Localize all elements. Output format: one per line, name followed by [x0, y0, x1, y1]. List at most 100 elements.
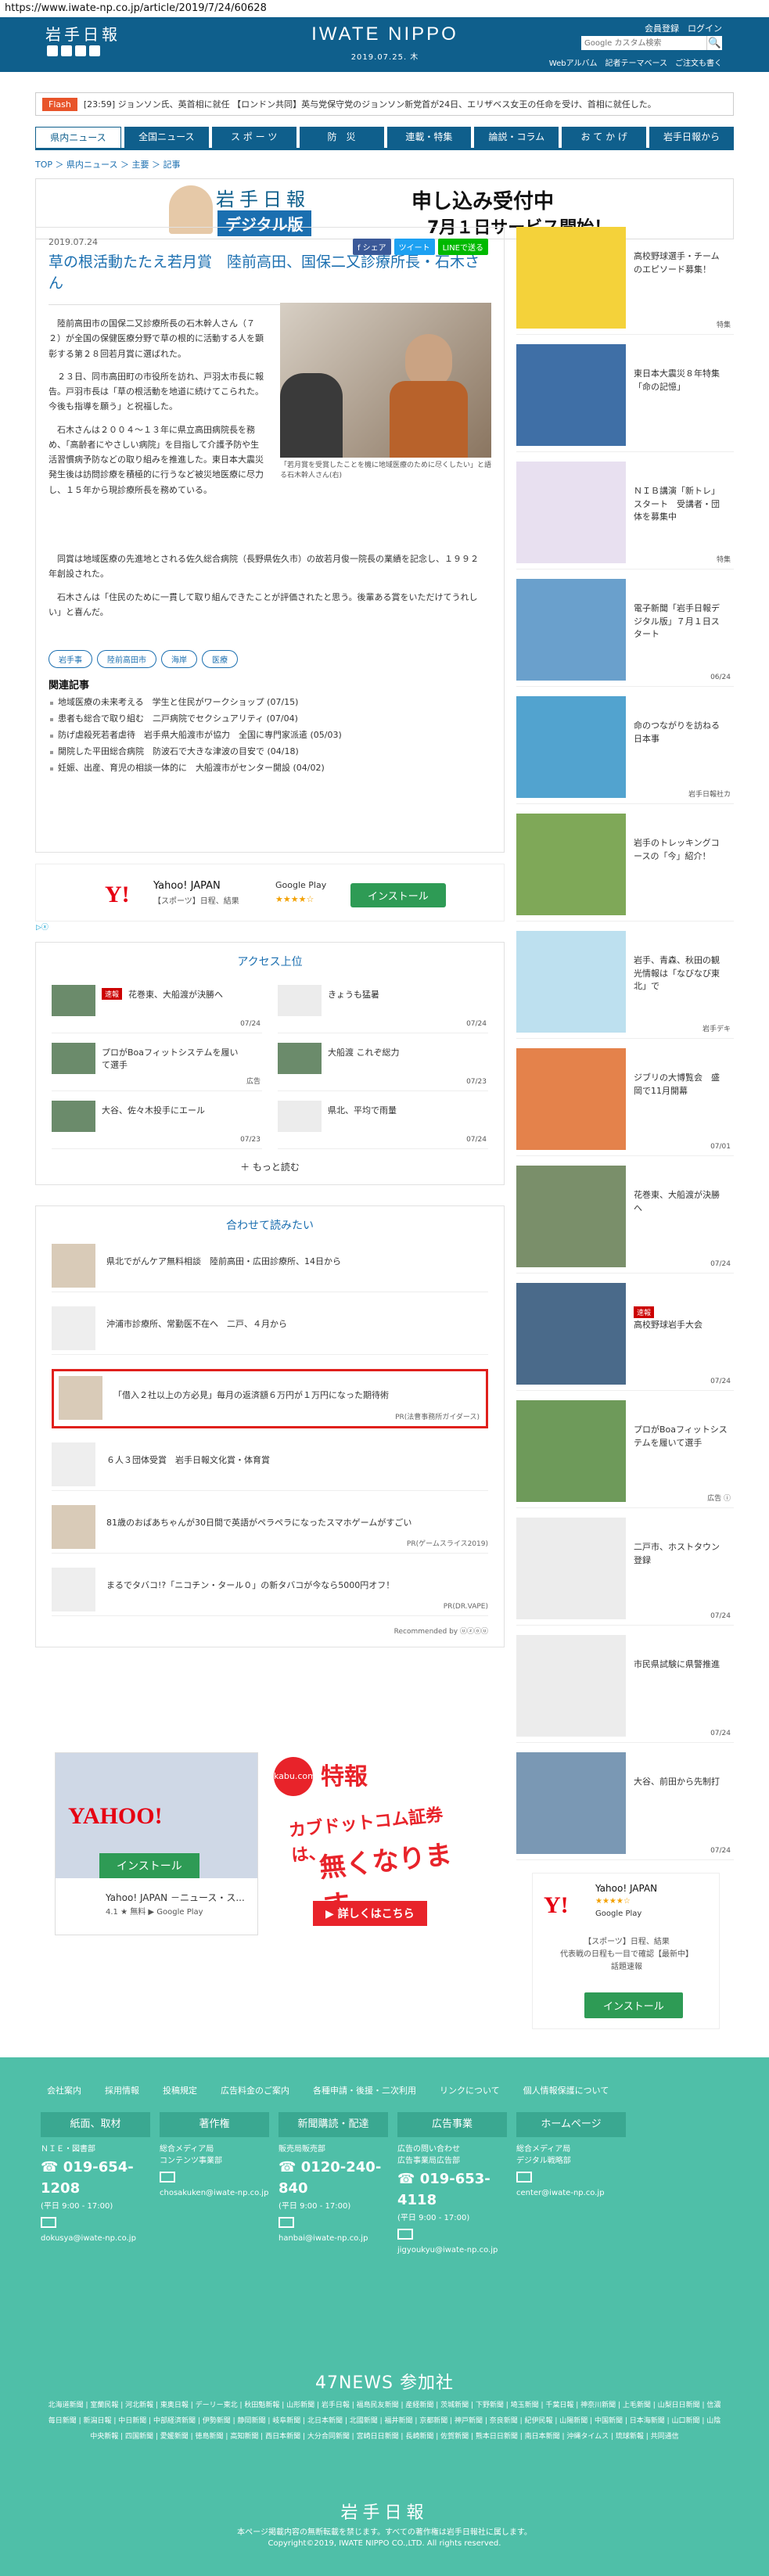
- recommend-item[interactable]: 沖浦市診療所、常勤医不在へ 二戸、４月から: [52, 1306, 488, 1355]
- url-bar[interactable]: https://www.iwate-np.co.jp/article/2019/…: [0, 0, 769, 17]
- sidebar-item[interactable]: 速報 高校野球岩手大会 07/24: [516, 1283, 734, 1391]
- mail-icon[interactable]: [41, 2216, 56, 2228]
- flash-news[interactable]: Flash [23:59] ジョンソン氏、英首相に就任 【ロンドン共同】英与党保…: [35, 92, 734, 116]
- nav-national-news[interactable]: 全国ニュース: [124, 127, 209, 148]
- related-link[interactable]: 地域医療の未来考える 学生と住民がワークショップ (07/15): [49, 695, 487, 711]
- footer-email[interactable]: dokusya@iwate-np.co.jp: [41, 2233, 150, 2244]
- ranking-item[interactable]: 大船渡 これぞ総力 07/23: [278, 1038, 488, 1091]
- ranking-item[interactable]: 県北、平均で雨量 07/24: [278, 1096, 488, 1149]
- sidebar-item[interactable]: 岩手のトレッキングコースの「今」紹介！: [516, 814, 734, 922]
- tweet-button[interactable]: ツイート: [393, 239, 435, 255]
- sidebar-item[interactable]: ＮＩＢ講演「新トレ」スタート 受講者・団体を募集中 特集: [516, 462, 734, 569]
- article-body-full: 同賞は地域医療の先進地とされる佐久総合病院（長野県佐久市）の故若月俊一院長の業績…: [49, 551, 487, 627]
- sidebar-item[interactable]: 電子新聞「岩手日報デジタル版」７月１日スタート 06/24: [516, 579, 734, 687]
- install-button[interactable]: インストール: [350, 883, 446, 907]
- sidebar-item[interactable]: 二戸市、ホストタウン登録 07/24: [516, 1518, 734, 1626]
- footer-link[interactable]: 各種申請・後援・二次利用: [313, 2084, 416, 2096]
- footer-link[interactable]: 投稿規定: [163, 2084, 197, 2096]
- more-button[interactable]: ＋ もっと読む: [52, 1160, 488, 1173]
- sidebar-item[interactable]: 東日本大震災８年特集「命の記憶」: [516, 344, 734, 452]
- tag[interactable]: 海岸: [161, 650, 197, 668]
- sidebar-item[interactable]: 岩手、青森、秋田の観光情報は「なびなび東北」で 岩手デキ: [516, 931, 734, 1039]
- footer-phone[interactable]: ☎ 0120-240-840: [278, 2157, 388, 2199]
- sublink[interactable]: 記者テーマベース: [605, 56, 668, 68]
- mail-icon[interactable]: [516, 2171, 532, 2183]
- facebook-icon[interactable]: [61, 45, 72, 56]
- sidebar-item[interactable]: 大谷、前田から先制打 07/24: [516, 1752, 734, 1860]
- ranking-item[interactable]: 速報 花巻東、大船渡が決勝へ 07/24: [52, 980, 262, 1033]
- nav-column[interactable]: 論説・コラム: [474, 127, 559, 148]
- sidebar-item-title: 電子新聞「岩手日報デジタル版」７月１日スタート: [634, 603, 720, 639]
- mail-icon[interactable]: [397, 2228, 413, 2240]
- breadcrumb[interactable]: TOP ＞ 県内ニュース ＞ 主要 ＞ 記事: [35, 158, 769, 171]
- sidebar-thumbnail: [516, 1635, 626, 1737]
- sidebar-item[interactable]: 花巻東、大船渡が決勝へ 07/24: [516, 1166, 734, 1274]
- 47news-members[interactable]: 北海道新聞 | 室蘭民報 | 河北新報 | 東奥日報 | デーリー東北 | 秋田…: [47, 2398, 722, 2445]
- yahoo-ad-install-button[interactable]: インストール: [99, 1853, 199, 1878]
- search-input[interactable]: [581, 36, 706, 50]
- nav-sports[interactable]: ス ポ ー ツ: [211, 127, 296, 148]
- article-photo[interactable]: [280, 303, 491, 458]
- mail-icon[interactable]: [278, 2216, 294, 2228]
- nav-disaster[interactable]: 防 災: [299, 127, 384, 148]
- footer-link[interactable]: 個人情報保護について: [523, 2084, 609, 2096]
- footer-contact-column: ホームページ 総合メディア局 デジタル戦略部 center@iwate-np.co.j…: [516, 2112, 626, 2256]
- recommend-item[interactable]: 81歳のおばあちゃんが30日間で英語がペラペラになったスマホゲームがすごい PR(…: [52, 1505, 488, 1554]
- footer-email[interactable]: jigyoukyu@iwate-np.co.jp: [397, 2244, 507, 2256]
- related-link[interactable]: 開院した平田総合病院 防波石で大きな津波の目安で (04/18): [49, 744, 487, 760]
- footer-link[interactable]: 会社案内: [47, 2084, 81, 2096]
- recommend-powered-by[interactable]: Recommended by ⓤⓩⓞⓤ: [52, 1626, 488, 1636]
- related-link[interactable]: 防げ虐殺死若者虐待 岩手県大船渡市が協力 全国に専門家派遣 (05/03): [49, 728, 487, 744]
- footer-logo[interactable]: 岩手日報: [0, 2499, 769, 2524]
- recommend-item[interactable]: 「借入２社以上の方必見」毎月の返済額６万円が１万円になった期待術 PR(法曹事務所…: [52, 1369, 488, 1428]
- recommend-item[interactable]: まるでタバコ!?「ニコチン・タール０」の新タバコが今なら5000円オフ！ PR(D…: [52, 1568, 488, 1616]
- footer-link[interactable]: リンクについて: [440, 2084, 500, 2096]
- ranking-item[interactable]: 大谷、佐々木投手にエール 07/23: [52, 1096, 262, 1149]
- kabu-details-button[interactable]: ▶ 詳しくはこちら: [313, 1901, 427, 1926]
- sidebar-app-ad[interactable]: Y! Yahoo! JAPAN ★★★★☆ Google Play 【スポーツ】…: [532, 1873, 720, 2029]
- facebook-share-button[interactable]: f シェア: [352, 239, 391, 255]
- flash-text[interactable]: [23:59] ジョンソン氏、英首相に就任 【ロンドン共同】英与党保守党のジョン…: [84, 98, 656, 110]
- mail-icon[interactable]: [89, 45, 100, 56]
- member-links[interactable]: 会員登録 ログイン: [645, 22, 722, 34]
- twitter-icon[interactable]: [47, 45, 58, 56]
- sublink[interactable]: ご注文も書く: [675, 56, 722, 68]
- line-icon[interactable]: [75, 45, 86, 56]
- sidebar-item[interactable]: 市民県試験に県警推進 07/24: [516, 1635, 734, 1743]
- sidebar-thumbnail: [516, 344, 626, 446]
- ranking-item[interactable]: きょうも猛暑 07/24: [278, 980, 488, 1033]
- tag[interactable]: 陸前高田市: [97, 650, 156, 668]
- related-link[interactable]: 妊娠、出産、育児の相談一体的に 大船渡市がセンター開設 (04/02): [49, 760, 487, 777]
- sidebar-item[interactable]: プロがBoaフィットシステムを履いて選手 広告 ⓘ: [516, 1400, 734, 1508]
- footer-email[interactable]: center@iwate-np.co.jp: [516, 2187, 626, 2199]
- nav-series[interactable]: 連載・特集: [386, 127, 472, 148]
- related-link[interactable]: 患者も総合で取り組む 二戸病院でセクシュアリティ (07/04): [49, 711, 487, 728]
- footer-link[interactable]: 採用情報: [105, 2084, 139, 2096]
- recommend-item[interactable]: ６人３団体受賞 岩手日報文化賞・体育賞: [52, 1442, 488, 1491]
- ranking-item[interactable]: プロがBoaフィットシステムを履いて選手 広告: [52, 1038, 262, 1091]
- recommend-item[interactable]: 県北でがんケア無料相談 陸前高田・広田診療所、14日から: [52, 1244, 488, 1292]
- yahoo-news-ad[interactable]: YAHOO! インストール Yahoo! JAPAN －ニュース・ス... 4.…: [55, 1752, 258, 1935]
- footer-phone[interactable]: ☎ 019-654-1208: [41, 2157, 150, 2199]
- line-share-button[interactable]: LINEで送る: [437, 239, 488, 255]
- nav-from-iwate-nippo[interactable]: 岩手日報から: [649, 127, 734, 148]
- footer-link[interactable]: 広告料金のご案内: [221, 2084, 289, 2096]
- sidebar-item[interactable]: 高校野球選手・チームのエピソード募集！ 特集: [516, 227, 734, 335]
- nav-okuyami[interactable]: お て か げ: [562, 127, 647, 148]
- mail-icon[interactable]: [160, 2171, 175, 2183]
- footer-email[interactable]: hanbai@iwate-np.co.jp: [278, 2233, 388, 2244]
- sidebar-item[interactable]: ジブリの大博覧会 盛岡で11月開幕 07/01: [516, 1048, 734, 1156]
- ad-choices-icon[interactable]: ▷ⓧ: [36, 922, 49, 932]
- tag[interactable]: 岩手事: [49, 650, 92, 668]
- kabu-ad[interactable]: kabu.com 特報 カブドットコム証券は、 無くなります。 ▶ 詳しくはこち…: [274, 1752, 477, 1935]
- tag[interactable]: 医療: [202, 650, 238, 668]
- search-button[interactable]: 🔍: [706, 36, 722, 50]
- sidebar-item[interactable]: 命のつながりを訪ねる日本事 岩手日報社カ: [516, 696, 734, 804]
- sidebar-install-button[interactable]: インストール: [584, 1992, 683, 2018]
- site-logo[interactable]: 岩手日報: [45, 22, 120, 45]
- sublink[interactable]: Webアルバム: [549, 56, 598, 68]
- footer-phone[interactable]: ☎ 019-653-4118: [397, 2168, 507, 2211]
- footer-email[interactable]: chosakuken@iwate-np.co.jp: [160, 2187, 269, 2199]
- nav-local-news[interactable]: 県内ニュース: [35, 127, 121, 148]
- app-install-ad[interactable]: Y! Yahoo! JAPAN 【スポーツ】日程、結果 Google Play …: [35, 864, 505, 932]
